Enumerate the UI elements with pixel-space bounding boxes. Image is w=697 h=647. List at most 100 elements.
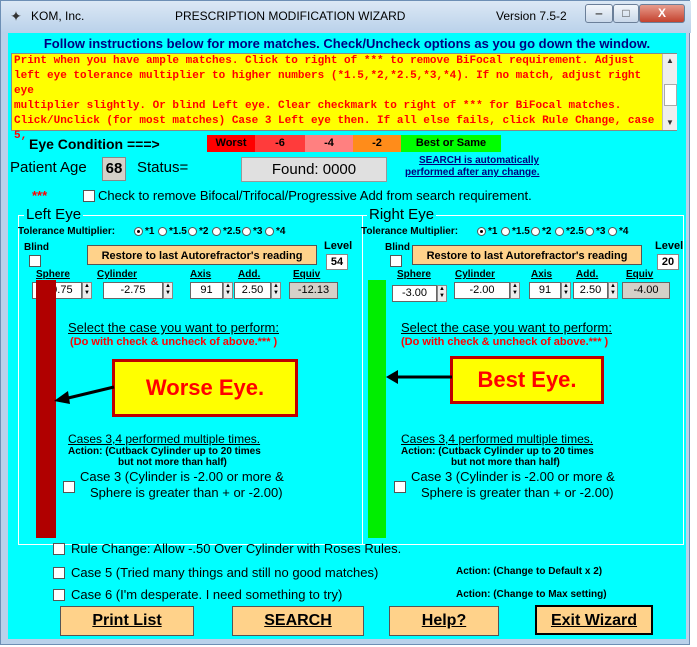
right-axis-label: Axis [531,269,553,280]
right-add-label: Add. [576,269,599,280]
left-sphere-label: Sphere [36,269,70,280]
message-line: Print when you have ample matches. Click… [14,55,635,67]
scroll-thumb[interactable] [664,84,677,106]
right-tol-label-2-5: *2.5 [566,226,584,237]
app-name: KOM, Inc. [31,9,85,23]
left-action-line: but not more than half) [118,457,227,468]
title-bar: ✦ KOM, Inc. PRESCRIPTION MODIFICATION WI… [1,1,691,33]
maximize-button[interactable]: □ [613,4,639,23]
close-button[interactable]: X [639,4,685,23]
left-add-input[interactable]: 2.50 [234,282,271,299]
bifocal-checkbox[interactable] [83,190,95,202]
message-line: left eye tolerance multiplier to higher … [14,70,642,97]
case6-checkbox[interactable] [53,589,65,601]
condition-worst: Worst [207,135,255,152]
left-tol-radio-1-5[interactable] [158,227,167,236]
right-callout: Best Eye. [450,356,604,404]
app-icon[interactable]: ✦ [7,7,25,25]
right-tol-label-1-5: *1.5 [512,226,530,237]
print-list-button[interactable]: Print List [60,606,194,636]
right-add-spinner[interactable]: ▲ ▼ [608,282,618,299]
left-axis-input[interactable]: 91 [190,282,223,299]
right-tol-radio-2[interactable] [531,227,540,236]
left-tol-label-3: *3 [253,226,263,237]
scroll-up-icon[interactable]: ▲ [663,54,677,68]
left-blind-checkbox[interactable] [29,255,41,267]
eye-condition-label: Eye Condition ===> [29,136,160,152]
condition-minus-2: -2 [353,135,401,152]
right-level-label: Level [655,240,684,252]
right-tol-label-4: *4 [619,226,629,237]
instructions-heading: Follow instructions below for more match… [43,36,651,51]
left-tol-label-2: *2 [199,226,209,237]
left-tol-radio-3[interactable] [242,227,251,236]
right-cylinder-input[interactable]: -2.00 [454,282,510,299]
left-tol-label-4: *4 [276,226,286,237]
right-sphere-spinner[interactable]: ▲ ▼ [437,285,447,302]
right-blind-checkbox[interactable] [390,255,402,267]
left-tol-radio-2-5[interactable] [212,227,221,236]
right-eye-condition-bar [368,280,386,538]
right-tol-label-3: *3 [596,226,606,237]
right-axis-spinner[interactable]: ▲ ▼ [561,282,571,299]
message-scrollbar[interactable]: ▲ ▼ [662,54,677,130]
right-tol-radio-1-5[interactable] [501,227,510,236]
left-tol-label-1-5: *1.5 [169,226,187,237]
right-axis-input[interactable]: 91 [529,282,561,299]
left-arrow-icon [54,385,115,404]
left-tol-radio-1[interactable] [134,227,143,236]
bifocal-label: Check to remove Bifocal/Trifocal/Progres… [98,188,532,203]
left-tol-label-2-5: *2.5 [223,226,241,237]
left-restore-button[interactable]: Restore to last Autorefractor's reading [87,245,317,265]
right-tol-radio-2-5[interactable] [555,227,564,236]
condition-minus-4: -4 [305,135,353,152]
left-tol-radio-4[interactable] [265,227,274,236]
scroll-down-icon[interactable]: ▼ [663,116,677,130]
left-check-note: (Do with check & uncheck of above.*** ) [70,336,278,348]
right-eye-title: Right Eye [367,206,437,223]
left-axis-spinner[interactable]: ▲ ▼ [223,282,233,299]
rule-change-checkbox[interactable] [53,543,65,555]
right-cases-label: Cases 3,4 performed multiple times. [401,432,594,446]
message-line: multiplier slightly. Or blind Left eye. … [14,100,622,112]
window-title: PRESCRIPTION MODIFICATION WIZARD [175,9,406,23]
left-tol-radio-2[interactable] [188,227,197,236]
right-check-note: (Do with check & uncheck of above.*** ) [401,336,609,348]
right-tol-radio-3[interactable] [585,227,594,236]
version-label: Version 7.5-2 [496,9,567,23]
condition-minus-6: -6 [255,135,305,152]
wizard-body: Follow instructions below for more match… [8,33,686,639]
right-tol-radio-4[interactable] [608,227,617,236]
right-cylinder-spinner[interactable]: ▲ ▼ [510,282,520,299]
left-axis-label: Axis [190,269,212,280]
message-box[interactable]: Print when you have ample matches. Click… [11,53,677,142]
left-cylinder-spinner[interactable]: ▲ ▼ [163,282,173,299]
case6-action: Action: (Change to Max setting) [456,589,607,600]
case5-label: Case 5 (Tried many things and still no g… [71,565,379,580]
right-level-value: 20 [657,254,679,270]
left-add-spinner[interactable]: ▲ ▼ [271,282,281,299]
left-case3-label: Sphere is greater than + or -2.00) [90,485,283,500]
right-tol-radio-1[interactable] [477,227,486,236]
case5-checkbox[interactable] [53,567,65,579]
right-sphere-input[interactable]: -3.00 [392,285,437,302]
minimize-button[interactable]: ‒ [585,4,613,23]
patient-age-value: 68 [102,157,126,181]
left-cylinder-input[interactable]: -2.75 [103,282,163,299]
help-button[interactable]: Help? [389,606,499,636]
right-restore-button[interactable]: Restore to last Autorefractor's reading [412,245,642,265]
left-add-label: Add. [238,269,261,280]
exit-wizard-button[interactable]: Exit Wizard [535,605,653,635]
search-button[interactable]: SEARCH [232,606,364,636]
left-callout: Worse Eye. [112,359,298,417]
left-sphere-spinner[interactable]: ▲ ▼ [82,282,92,299]
right-equiv-label: Equiv [626,269,654,280]
right-add-input[interactable]: 2.50 [573,282,608,299]
right-action-line: but not more than half) [451,457,560,468]
right-tolerance-label: Tolerance Multiplier: [361,226,459,237]
left-tolerance-label: Tolerance Multiplier: [18,226,116,237]
right-case3-checkbox[interactable] [394,481,406,493]
left-case3-checkbox[interactable] [63,481,75,493]
message-text: Print when you have ample matches. Click… [14,54,658,144]
rule-change-label: Rule Change: Allow -.50 Over Cylinder wi… [71,541,402,556]
